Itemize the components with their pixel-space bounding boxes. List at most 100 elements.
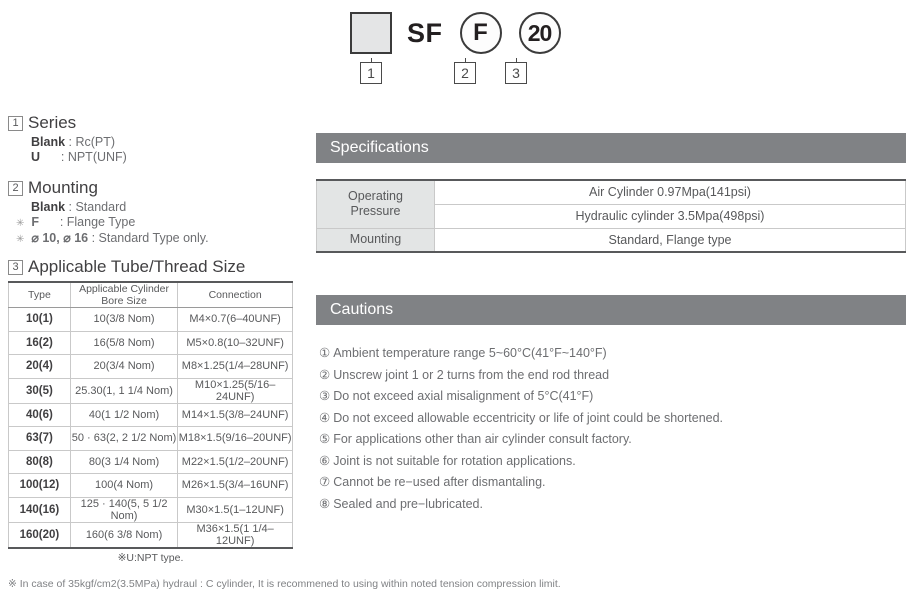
cautions-title: Cautions [330, 301, 394, 318]
caution-item: ② Unscrew joint 1 or 2 turns from the end… [316, 365, 906, 387]
code-circle-mounting: F [459, 12, 502, 54]
col-header-connection: Connection [177, 281, 293, 308]
cell-connection: M26×1.5(3/4–16UNF) [177, 473, 293, 498]
cell-type: 160(20) [8, 521, 71, 549]
caution-item: ⑥ Joint is not suitable for rotation appl… [316, 451, 906, 473]
mounting-option-flange: ✳ F : Flange Type [16, 215, 136, 229]
series-option-blank: Blank : Rc(PT) [31, 135, 116, 149]
footer-note: ※ In case of 35kgf/cm2(3.5MPa) hydraul :… [8, 578, 561, 590]
section-number-3: 3 [8, 259, 23, 275]
table-row: 10(1) 10(3/8 Nom) M4×0.7(6–40UNF) [8, 307, 293, 332]
section-title-mounting: Mounting [28, 178, 98, 197]
code-row: SF F 20 [350, 8, 561, 58]
table-row: 30(5) 25.30(1, 1 1/4 Nom) M10×1.25(5/16–… [8, 377, 293, 404]
series-option-u: U : NPT(UNF) [31, 150, 127, 164]
spec-value-mounting: Standard, Flange type [434, 227, 906, 253]
cell-type: 16(2) [8, 330, 71, 355]
section-title-tube: Applicable Tube/Thread Size [28, 257, 246, 276]
section-mounting-header: 2 Mounting [8, 178, 308, 198]
table-head: Type Applicable Cylinder Bore Size Conne… [8, 281, 293, 308]
table-row: Mounting Standard, Flange type [316, 227, 906, 253]
cell-bore: 80(3 1/4 Nom) [69, 449, 179, 474]
spec-label-mounting: Mounting [316, 227, 435, 253]
caution-item: ③ Do not exceed axial misalignment of 5°C… [316, 386, 906, 408]
table-header-row: Type Applicable Cylinder Bore Size Conne… [8, 281, 293, 308]
caution-text: Ambient temperature range 5~60°C(41°F~14… [333, 346, 607, 360]
cell-bore: 16(5/8 Nom) [69, 330, 179, 355]
table-row: 20(4) 20(3/4 Nom) M8×1.25(1/4–28UNF) [8, 354, 293, 379]
code-marker-2: 2 [454, 62, 476, 84]
caution-number: ④ [319, 410, 331, 425]
cell-bore: 25.30(1, 1 1/4 Nom) [69, 377, 179, 404]
caution-text: Cannot be re−used after dismantaling. [333, 475, 546, 489]
cell-bore: 160(6 3/8 Nom) [69, 521, 179, 549]
cautions-header-bar: Cautions [316, 295, 906, 325]
cell-type: 10(1) [8, 307, 71, 332]
bullet-icon: ✳ [16, 218, 25, 229]
code-marker-3: 3 [505, 62, 527, 84]
cell-connection: M5×0.8(10–32UNF) [177, 330, 293, 355]
cell-bore: 50 · 63(2, 2 1/2 Nom) [69, 426, 179, 451]
table-row: 16(2) 16(5/8 Nom) M5×0.8(10–32UNF) [8, 330, 293, 355]
spec-label-line1: Operating [348, 189, 403, 204]
spec-value-hydraulic-cylinder: Hydraulic cylinder 3.5Mpa(498psi) [434, 203, 906, 229]
caution-item: ④ Do not exceed allowable eccentricity or… [316, 408, 906, 430]
caution-number: ⑥ [319, 453, 331, 468]
cell-type: 40(6) [8, 402, 71, 427]
col-header-type: Type [8, 281, 71, 308]
cell-connection: M22×1.5(1/2–20UNF) [177, 449, 293, 474]
right-column: Specifications Operating Pressure Air Cy… [316, 133, 906, 515]
caution-number: ① [319, 346, 331, 360]
table-row: 100(12) 100(4 Nom) M26×1.5(3/4–16UNF) [8, 473, 293, 498]
cell-type: 80(8) [8, 449, 71, 474]
cell-type: 63(7) [8, 426, 71, 451]
caution-number: ③ [319, 389, 331, 403]
cell-bore: 10(3/8 Nom) [69, 307, 179, 332]
caution-item: ⑦ Cannot be re−used after dismantaling. [316, 472, 906, 494]
table-footnote: ※U:NPT type. [117, 551, 184, 564]
caution-number: ⑤ [319, 432, 331, 446]
page-root: SF F 20 1 2 3 1 Series Blank : Rc(PT) U … [0, 0, 906, 603]
section-number-2: 2 [8, 180, 23, 196]
cell-connection: M4×0.7(6–40UNF) [177, 307, 293, 332]
table-body: 10(1) 10(3/8 Nom) M4×0.7(6–40UNF) 16(2) … [8, 307, 293, 549]
caution-number: ⑧ [319, 496, 331, 511]
cell-connection: M36×1.5(1 1/4–12UNF) [177, 521, 293, 549]
cell-bore: 100(4 Nom) [69, 473, 179, 498]
cell-type: 100(12) [8, 473, 71, 498]
part-number-diagram: SF F 20 1 2 3 [0, 0, 906, 100]
caution-text: Do not exceed allowable eccentricity or … [333, 410, 724, 425]
mounting-option-blank: Blank : Standard [31, 200, 127, 214]
cell-bore: 20(3/4 Nom) [69, 354, 179, 379]
caution-number: ② [319, 367, 331, 382]
cell-connection: M30×1.5(1–12UNF) [177, 496, 293, 523]
table-body: Operating Pressure Air Cylinder 0.97Mpa(… [316, 179, 906, 253]
specifications-header-bar: Specifications [316, 133, 906, 163]
bullet-icon: ✳ [16, 234, 25, 245]
cell-connection: M10×1.25(5/16–24UNF) [177, 377, 293, 404]
caution-number: ⑦ [319, 475, 331, 489]
code-series-text: SF [407, 17, 443, 48]
cell-bore: 125 · 140(5, 5 1/2 Nom) [69, 496, 179, 523]
mounting-option-standard-only: ✳ ⌀ 10, ⌀ 16 : Standard Type only. [16, 231, 209, 245]
cautions-list: ① Ambient temperature range 5~60°C(41°F~1… [316, 343, 906, 515]
caution-item: ① Ambient temperature range 5~60°C(41°F~1… [316, 343, 906, 365]
caution-text: Do not exceed axial misalignment of 5°C(… [333, 389, 594, 403]
table-row: 160(20) 160(6 3/8 Nom) M36×1.5(1 1/4–12U… [8, 521, 293, 549]
table-row: 63(7) 50 · 63(2, 2 1/2 Nom) M18×1.5(9/16… [8, 426, 293, 451]
table-row: 80(8) 80(3 1/4 Nom) M22×1.5(1/2–20UNF) [8, 449, 293, 474]
caution-text: For applications other than air cylinder… [333, 432, 632, 446]
table-row: 140(16) 125 · 140(5, 5 1/2 Nom) M30×1.5(… [8, 496, 293, 523]
section-number-1: 1 [8, 115, 23, 131]
code-circle-size: 20 [518, 12, 561, 54]
cell-connection: M8×1.25(1/4–28UNF) [177, 354, 293, 379]
section-series-header: 1 Series [8, 113, 308, 133]
cell-type: 20(4) [8, 354, 71, 379]
spec-label-operating-pressure: Operating Pressure [316, 179, 435, 229]
caution-text: Joint is not suitable for rotation appli… [333, 453, 576, 468]
left-column: 1 Series Blank : Rc(PT) U : NPT(UNF) 2 M… [8, 113, 308, 564]
caution-item: ⑧ Sealed and pre−lubricated. [316, 494, 906, 516]
caution-text: Unscrew joint 1 or 2 turns from the end … [333, 367, 610, 382]
caution-text: Sealed and pre−lubricated. [333, 496, 483, 511]
